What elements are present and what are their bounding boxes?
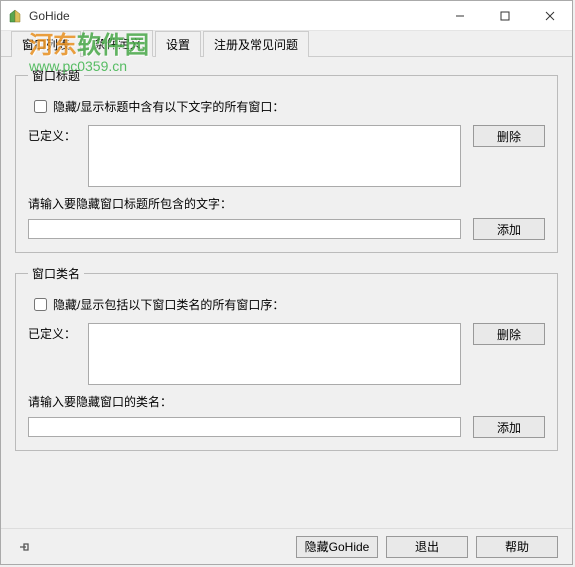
title-input-field[interactable]	[28, 219, 461, 239]
title-add-button[interactable]: 添加	[473, 218, 545, 240]
class-delete-button[interactable]: 删除	[473, 323, 545, 345]
pin-icon[interactable]	[15, 537, 35, 557]
window-controls	[437, 1, 572, 31]
title-delete-button[interactable]: 删除	[473, 125, 545, 147]
class-defined-label: 已定义：	[28, 323, 88, 342]
app-icon	[7, 8, 23, 24]
close-button[interactable]	[527, 1, 572, 31]
tab-content: 窗口标题 隐藏/显示标题中含有以下文字的所有窗口： 已定义： 删除 请输入要隐藏…	[1, 57, 572, 528]
title-defined-textarea[interactable]	[88, 125, 461, 187]
group-window-class-legend: 窗口类名	[28, 265, 84, 282]
hide-gohide-button[interactable]: 隐藏GoHide	[296, 536, 378, 558]
class-add-button[interactable]: 添加	[473, 416, 545, 438]
class-input-prompt: 请输入要隐藏窗口的类名：	[28, 393, 545, 410]
tab-strip: 窗口列表 条件定义 设置 注册及常见问题	[1, 31, 572, 57]
minimize-button[interactable]	[437, 1, 482, 31]
app-window: GoHide 河东软件园 www.pc0359.cn 窗口列表 条件定义 设置 …	[0, 0, 573, 565]
title-hide-checkbox[interactable]	[34, 100, 47, 113]
tab-window-list[interactable]: 窗口列表	[11, 31, 81, 57]
group-window-title-legend: 窗口标题	[28, 67, 84, 84]
tab-condition-def[interactable]: 条件定义	[83, 30, 153, 57]
class-hide-checkbox[interactable]	[34, 298, 47, 311]
title-hide-checkbox-label: 隐藏/显示标题中含有以下文字的所有窗口：	[53, 98, 284, 115]
tab-settings[interactable]: 设置	[155, 31, 201, 57]
class-defined-textarea[interactable]	[88, 323, 461, 385]
maximize-button[interactable]	[482, 1, 527, 31]
title-defined-label: 已定义：	[28, 125, 88, 144]
group-window-class: 窗口类名 隐藏/显示包括以下窗口类名的所有窗口序： 已定义： 删除 请输入要隐藏…	[15, 265, 558, 451]
help-button[interactable]: 帮助	[476, 536, 558, 558]
title-input-prompt: 请输入要隐藏窗口标题所包含的文字：	[28, 195, 545, 212]
window-title: GoHide	[29, 9, 437, 23]
bottom-bar: 隐藏GoHide 退出 帮助	[1, 528, 572, 564]
tab-register-faq[interactable]: 注册及常见问题	[203, 31, 309, 57]
class-input-field[interactable]	[28, 417, 461, 437]
titlebar: GoHide	[1, 1, 572, 31]
class-hide-checkbox-label: 隐藏/显示包括以下窗口类名的所有窗口序：	[53, 296, 284, 313]
group-window-title: 窗口标题 隐藏/显示标题中含有以下文字的所有窗口： 已定义： 删除 请输入要隐藏…	[15, 67, 558, 253]
exit-button[interactable]: 退出	[386, 536, 468, 558]
